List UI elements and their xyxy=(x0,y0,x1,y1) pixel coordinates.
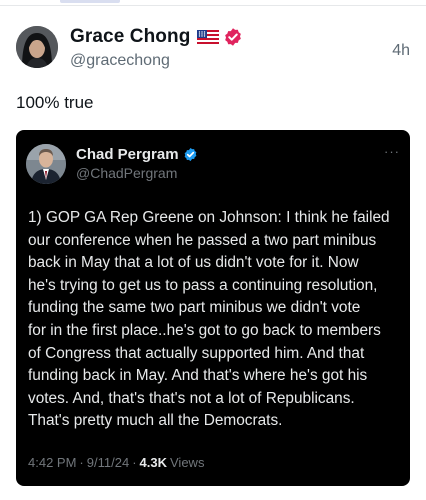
top-tab-indicator xyxy=(60,0,120,3)
quoted-author-display-name[interactable]: Chad Pergram xyxy=(76,146,179,163)
quoted-tweet-text: 1) GOP GA Rep Greene on Johnson: I think… xyxy=(28,209,390,430)
us-flag-icon xyxy=(197,30,220,44)
views-label: Views xyxy=(170,455,205,470)
quoted-name-row: Chad Pergram xyxy=(76,146,198,163)
views-count[interactable]: 4.3K xyxy=(140,455,167,470)
quoted-author-handle[interactable]: @ChadPergram xyxy=(76,165,177,181)
quoted-avatar[interactable] xyxy=(26,144,66,184)
tweet-text: 100% true xyxy=(16,93,94,112)
ellipsis-icon[interactable]: ··· xyxy=(384,144,400,159)
author-handle[interactable]: @gracechong xyxy=(70,52,170,70)
author-display-name[interactable]: Grace Chong xyxy=(70,26,190,48)
blue-verified-badge-icon xyxy=(183,147,198,162)
tweet-timestamp[interactable]: 4h xyxy=(392,42,410,60)
top-bar xyxy=(0,0,426,6)
avatar[interactable] xyxy=(16,26,58,68)
quoted-tweet-date[interactable]: 9/11/24 xyxy=(87,455,129,470)
meta-separator: · xyxy=(132,455,137,470)
pink-verified-badge-icon xyxy=(223,27,243,47)
quoted-tweet-meta: 4:42 PM · 9/11/24 · 4.3K Views xyxy=(28,455,204,470)
tweet-author[interactable]: Grace Chong @gracechong 4h xyxy=(16,26,410,72)
quoted-tweet-time[interactable]: 4:42 PM xyxy=(28,455,76,470)
name-row: Grace Chong xyxy=(70,26,243,48)
quoted-tweet-card[interactable]: Chad Pergram @ChadPergram ··· 1) GOP GA … xyxy=(16,130,410,486)
meta-separator: · xyxy=(79,455,84,470)
